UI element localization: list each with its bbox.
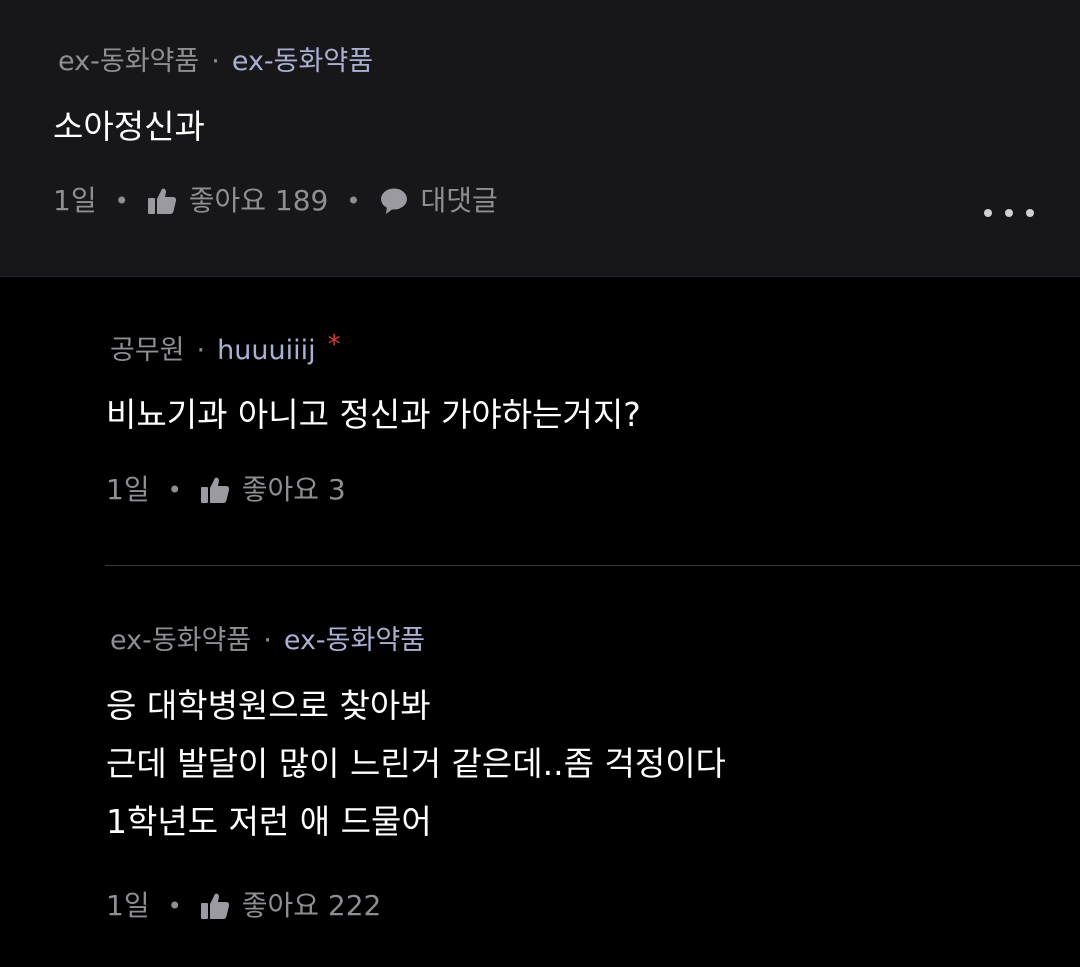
meta-separator: • <box>114 187 129 215</box>
comment-actions: 1일 • 좋아요 189 • 대댓글 <box>53 187 498 215</box>
speech-bubble-icon <box>379 187 409 215</box>
comment-line: 근데 발달이 많이 느린거 같은데..좀 걱정이다 <box>106 744 726 783</box>
comment-time: 1일 <box>106 473 150 506</box>
comment-text: 비뇨기과 아니고 정신과 가야하는거지? <box>106 386 641 444</box>
like-count: 좋아요 189 <box>188 184 329 217</box>
comment-actions: 1일 • 좋아요 222 <box>106 892 381 920</box>
comment-time: 1일 <box>106 889 150 922</box>
comment-actions: 1일 • 좋아요 3 <box>106 476 346 504</box>
thumbs-up-icon <box>147 187 177 215</box>
comment-line: 응 대학병원으로 찾아봐 <box>106 686 431 725</box>
author-group: 공무원 <box>110 335 185 366</box>
comment-text: 응 대학병원으로 찾아봐 근데 발달이 많이 느린거 같은데..좀 걱정이다 1… <box>106 677 726 851</box>
comment-line: 1학년도 저런 애 드물어 <box>106 802 432 841</box>
thumbs-up-icon <box>200 476 230 504</box>
like-button[interactable]: 좋아요 222 <box>200 889 382 922</box>
author-group: ex-동화약품 <box>58 46 200 77</box>
more-dots-icon[interactable] <box>984 204 1034 222</box>
comment-line: 비뇨기과 아니고 정신과 가야하는거지? <box>106 395 641 434</box>
meta-separator: · <box>263 625 272 656</box>
meta-separator: • <box>167 892 182 920</box>
like-button[interactable]: 좋아요 189 <box>147 184 329 217</box>
author-nick: huuuiiij <box>217 335 316 366</box>
author-marker: * <box>327 329 341 360</box>
reply-button[interactable]: 대댓글 <box>379 187 498 215</box>
author-nick: ex-동화약품 <box>231 46 374 77</box>
meta-separator: · <box>196 335 206 366</box>
like-count: 좋아요 222 <box>241 889 382 922</box>
meta-separator: · <box>211 46 220 77</box>
author-nick: ex-동화약품 <box>283 625 426 656</box>
meta-separator: • <box>167 476 182 504</box>
like-button[interactable]: 좋아요 3 <box>200 476 346 504</box>
comment-author[interactable]: ex-동화약품 · ex-동화약품 <box>58 48 373 75</box>
comment-author[interactable]: ex-동화약품 · ex-동화약품 <box>110 627 425 654</box>
comment-text: 소아정신과 <box>53 107 205 146</box>
comment-time: 1일 <box>53 184 97 217</box>
comment-author[interactable]: 공무원 · huuuiiij * <box>110 332 341 366</box>
like-count: 좋아요 3 <box>241 473 346 506</box>
reply-label: 대댓글 <box>420 184 498 217</box>
reply-divider <box>105 565 1080 566</box>
thumbs-up-icon <box>200 892 230 920</box>
author-group: ex-동화약품 <box>110 625 252 656</box>
meta-separator: • <box>346 187 361 215</box>
main-comment: ex-동화약품 · ex-동화약품 소아정신과 1일 • 좋아요 189 • 대… <box>0 0 1080 277</box>
